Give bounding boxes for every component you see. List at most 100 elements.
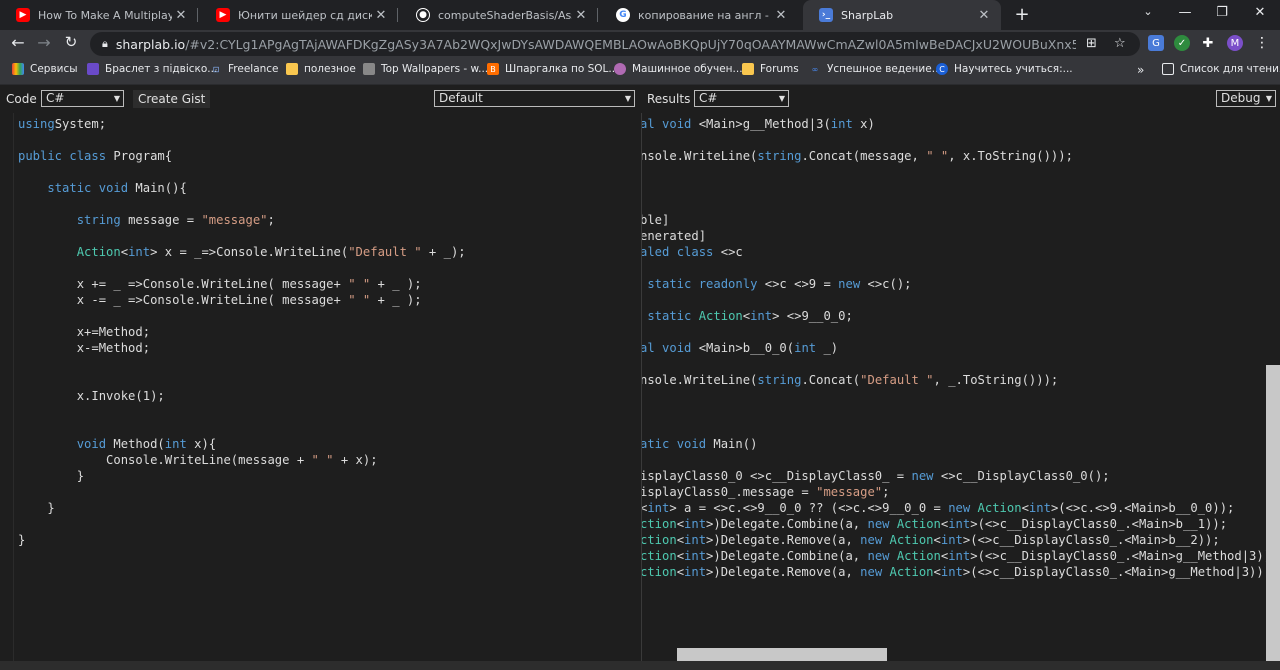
menu-icon[interactable]: ⋮ (1254, 35, 1270, 51)
code-token: int (684, 533, 707, 547)
code-line: public class Program{ (18, 148, 466, 164)
code-language-select[interactable]: C# ▼ (41, 90, 124, 107)
folder-icon (286, 63, 298, 75)
bookmark-item[interactable]: Браслет з підвіско... (87, 63, 217, 75)
create-gist-button[interactable]: Create Gist (133, 90, 211, 108)
browser-tab-5-active[interactable]: ›_ SharpLab ✕ (803, 0, 1001, 30)
code-token: using (18, 117, 55, 131)
code-token: < (676, 517, 685, 531)
maximize-button[interactable]: ❐ (1212, 5, 1232, 20)
result-line: ble] (642, 212, 1269, 228)
bookmark-label: Машинное обучен... (632, 63, 743, 75)
avatar[interactable]: M (1227, 35, 1243, 51)
translate-icon[interactable]: ⊞ (1086, 36, 1097, 51)
code-token: class (62, 149, 107, 163)
source-code: usingSystem; public class Program{ static… (18, 116, 466, 548)
bookmark-item[interactable]: ⊡ Freelance (210, 63, 279, 75)
code-token: isplayClass0_0 <>c__DisplayClass0_ = (641, 469, 912, 483)
close-window-button[interactable]: ✕ (1250, 5, 1270, 20)
code-token: x+=Method; (18, 325, 151, 339)
code-token: ; (267, 213, 275, 227)
browser-tab-2[interactable]: ▶ Юнити шейдер сд диска - YouTu ✕ (200, 0, 398, 30)
branch-select[interactable]: Default ▼ (434, 90, 635, 107)
code-token: Main() (706, 437, 758, 451)
reload-button[interactable]: ↻ (61, 33, 81, 51)
puzzle-extensions-icon[interactable]: ✚ (1200, 35, 1216, 51)
code-token: Action (896, 517, 941, 531)
close-tab-icon[interactable]: ✕ (372, 8, 390, 23)
bookmark-item[interactable]: Машинное обучен... (614, 63, 743, 75)
code-token: System; (54, 117, 107, 131)
minimize-button[interactable]: — (1175, 5, 1195, 20)
code-editor[interactable]: usingSystem; public class Program{ static… (13, 113, 628, 661)
google-icon: G (616, 8, 630, 22)
bookmarks-overflow-button[interactable]: » (1137, 63, 1144, 77)
results-language-select[interactable]: C# ▼ (694, 90, 789, 107)
back-button[interactable]: ← (8, 33, 28, 52)
code-token: static (641, 277, 692, 291)
code-token: } (18, 469, 85, 483)
bookmark-item[interactable]: B Шпаргалка по SOL... (487, 63, 618, 75)
code-line: static void Main(){ (18, 180, 466, 196)
code-token: enerated] (641, 229, 707, 243)
bookmark-folder[interactable]: Forums (742, 63, 799, 75)
code-token: void (654, 341, 692, 355)
browser-tab-3[interactable]: ● computeShaderBasis/Assets/Sam ✕ (400, 0, 598, 30)
code-token: ction (641, 565, 677, 579)
tab-search-icon[interactable]: ⌄ (1138, 5, 1158, 18)
blogger-icon: B (487, 63, 499, 75)
code-token: Method( (106, 437, 165, 451)
code-token: int (948, 549, 971, 563)
translate-extension-icon[interactable]: G (1148, 35, 1164, 51)
code-token: message = (120, 213, 202, 227)
bookmark-item[interactable]: Top Wallpapers - w... (363, 63, 488, 75)
close-tab-icon[interactable]: ✕ (772, 8, 790, 23)
close-tab-icon[interactable]: ✕ (975, 8, 993, 23)
bookmark-folder[interactable]: полезное (286, 63, 356, 75)
results-horizontal-scrollbar[interactable] (677, 648, 887, 661)
mode-select[interactable]: Debug ▼ (1216, 90, 1276, 107)
result-line: isplayClass0_.message = "message"; (642, 484, 1269, 500)
code-token: >(<>c__DisplayClass0_.<Main>b__2)); (962, 533, 1220, 547)
address-bar[interactable]: 🔒︎ sharplab.io/#v2:CYLg1APgAgTAjAWAFDKgZ… (90, 32, 1140, 56)
code-line: x += _ =>Console.WriteLine( message+ " "… (18, 276, 466, 292)
forward-button[interactable]: → (34, 33, 54, 52)
code-token: " " (348, 277, 371, 291)
code-token: x += _ =>Console.WriteLine( message+ (18, 277, 349, 291)
bookmark-item[interactable]: C Научитесь учиться:... (936, 63, 1073, 75)
select-value: Default (439, 91, 483, 105)
lock-icon[interactable]: 🔒︎ (102, 37, 108, 51)
browser-tab-1[interactable]: ▶ How To Make A Multiplayer Gam ✕ (0, 0, 198, 30)
code-token: readonly (691, 277, 758, 291)
bookmark-item[interactable]: Сервисы (12, 63, 78, 75)
url-host: sharplab.io (115, 36, 186, 52)
new-tab-button[interactable]: + (1012, 4, 1032, 25)
reading-list-button[interactable]: Список для чтения (1162, 63, 1280, 75)
code-token: new (948, 501, 971, 515)
results-vertical-scrollbar[interactable] (1266, 365, 1280, 662)
status-bar (0, 661, 1280, 670)
browser-tab-4[interactable]: G копирование на англ - Пошук G ✕ (600, 0, 798, 30)
link-icon: ∞ (811, 64, 819, 74)
close-tab-icon[interactable]: ✕ (172, 8, 190, 23)
code-token: < (676, 533, 685, 547)
code-token: string (757, 149, 802, 163)
bookmark-star-icon[interactable]: ☆ (1114, 36, 1126, 51)
youtube-icon: ▶ (216, 8, 230, 22)
close-tab-icon[interactable]: ✕ (572, 8, 590, 23)
code-token: Action (889, 565, 934, 579)
code-token: >)Delegate.Remove(a, (706, 565, 861, 579)
apps-grid-icon (12, 63, 24, 75)
bookmark-item[interactable]: ∞ Успешное ведение... (809, 63, 942, 75)
bookmark-label: Научитесь учиться:... (954, 63, 1073, 75)
code-token: } (18, 501, 55, 515)
shield-extension-icon[interactable]: ✓ (1174, 35, 1190, 51)
results-viewer[interactable]: al void <Main>g__Method|3(int x) nsole.Wr… (641, 113, 1269, 661)
result-line (642, 452, 1269, 468)
